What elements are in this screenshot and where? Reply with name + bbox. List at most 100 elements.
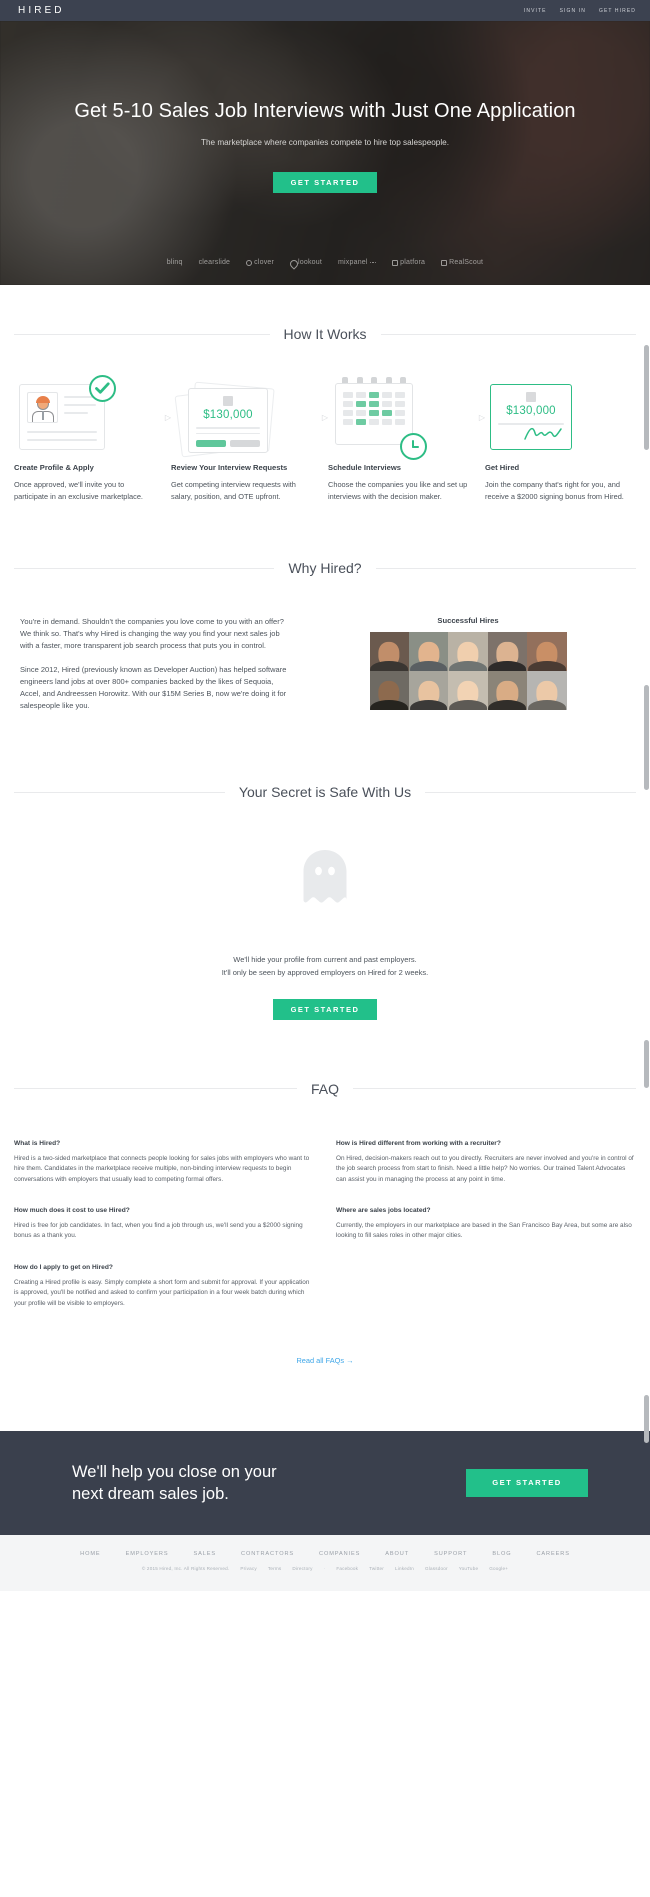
faq-item: What is Hired? Hired is a two-sided mark… bbox=[14, 1140, 314, 1185]
hire-photo bbox=[369, 632, 409, 672]
step-2-body: Get competing interview requests with sa… bbox=[171, 480, 296, 501]
divider-left bbox=[14, 1088, 297, 1090]
bottom-cta-headline: We'll help you close on your next dream … bbox=[72, 1461, 277, 1505]
hire-photo bbox=[527, 632, 567, 672]
step-get-hired: $130,000 Get Hired Join the company that… bbox=[485, 371, 636, 502]
hire-photo bbox=[487, 671, 528, 711]
nav-link-get-hired[interactable]: GET HIRED bbox=[599, 8, 636, 14]
footer-link-home[interactable]: HOME bbox=[80, 1551, 100, 1557]
step-1-body: Once approved, we'll invite you to parti… bbox=[14, 480, 143, 501]
signed-offer-graphic: $130,000 bbox=[490, 384, 572, 450]
footer-link-directory[interactable]: Directory bbox=[292, 1566, 312, 1571]
offer-stack-graphic: $130,000 bbox=[174, 377, 280, 458]
bottom-cta-headline-line-1: We'll help you close on your bbox=[72, 1462, 277, 1481]
footer-link-employers[interactable]: EMPLOYERS bbox=[126, 1551, 169, 1557]
footer-link-privacy[interactable]: Privacy bbox=[240, 1566, 256, 1571]
privacy-line-2: It'll only be seen by approved employers… bbox=[221, 967, 429, 977]
hire-photo bbox=[448, 632, 488, 672]
step-1-illustration bbox=[14, 371, 165, 463]
bottom-cta-headline-line-2: next dream sales job. bbox=[72, 1484, 229, 1503]
step-4-body: Join the company that's right for you, a… bbox=[485, 480, 624, 501]
nav-link-sign-in[interactable]: SIGN IN bbox=[560, 8, 586, 14]
square-icon bbox=[392, 259, 399, 266]
how-it-works-heading: How It Works bbox=[283, 326, 367, 342]
divider-right bbox=[380, 333, 637, 335]
faq-item: How do I apply to get on Hired? Creating… bbox=[14, 1264, 314, 1309]
logo-blinq-label: blinq bbox=[166, 259, 183, 266]
calendar-grid bbox=[343, 392, 405, 425]
footer-link-contractors[interactable]: CONTRACTORS bbox=[241, 1551, 294, 1557]
footer-link-googleplus[interactable]: Google+ bbox=[489, 1566, 508, 1571]
privacy-heading-row: Your Secret is Safe With Us bbox=[0, 784, 650, 800]
step-3-body: Choose the companies you like and set up… bbox=[328, 480, 468, 501]
footer-link-linkedin[interactable]: LinkedIn bbox=[395, 1566, 414, 1571]
faq-answer: Hired is free for job candidates. In fac… bbox=[14, 1222, 303, 1240]
checkmark-icon bbox=[89, 375, 116, 402]
why-hired-section: Why Hired? You're in demand. Shouldn't t… bbox=[0, 502, 650, 712]
logo-clover: clover bbox=[246, 259, 274, 266]
step-4-illustration: $130,000 bbox=[485, 371, 636, 463]
privacy-get-started-button[interactable]: GET STARTED bbox=[273, 998, 377, 1020]
divider-right bbox=[375, 567, 637, 569]
hired-logo[interactable]: HIRED bbox=[18, 5, 65, 16]
hero-get-started-button[interactable]: GET STARTED bbox=[273, 172, 377, 193]
step-2-illustration: $130,000 bbox=[171, 371, 322, 463]
logo-realscout: RealScout bbox=[441, 259, 483, 266]
avatar bbox=[27, 392, 58, 423]
decline-pill bbox=[230, 440, 260, 448]
step-schedule-interviews: Schedule Interviews Choose the companies… bbox=[328, 371, 479, 502]
read-all-faqs-link[interactable]: Read all FAQs → bbox=[296, 1356, 353, 1365]
privacy-section: Your Secret is Safe With Us We'll hide y… bbox=[0, 712, 650, 1020]
footer-link-careers[interactable]: CAREERS bbox=[536, 1551, 569, 1557]
step-3-illustration bbox=[328, 371, 479, 463]
footer-link-companies[interactable]: COMPANIES bbox=[319, 1551, 360, 1557]
divider-left bbox=[14, 791, 225, 793]
hero-subheadline: The marketplace where companies compete … bbox=[200, 138, 450, 147]
privacy-line-1: We'll hide your profile from current and… bbox=[233, 955, 417, 965]
footer-link-sales[interactable]: SALES bbox=[193, 1551, 216, 1557]
privacy-copy: We'll hide your profile from current and… bbox=[0, 954, 650, 979]
logo-clearslide-label: clearslide bbox=[198, 259, 231, 266]
faq-question: What is Hired? bbox=[14, 1139, 61, 1147]
logo-clearslide: clearslide bbox=[199, 259, 231, 266]
accept-pill bbox=[196, 440, 226, 448]
logo-blinq: blinq bbox=[167, 259, 183, 266]
privacy-heading: Your Secret is Safe With Us bbox=[238, 784, 412, 801]
faq-column-right: How is Hired different from working with… bbox=[336, 1140, 636, 1309]
clover-leaf-icon bbox=[246, 259, 253, 266]
calendar-graphic bbox=[333, 377, 427, 460]
why-hired-paragraph-1: You're in demand. Shouldn't the companie… bbox=[20, 617, 284, 651]
footer-legal-row: © 2015 Hired, Inc. All Rights Reserved. … bbox=[0, 1566, 650, 1571]
nav-link-invite[interactable]: INVITE bbox=[524, 8, 547, 14]
step-1-title: Create Profile & Apply bbox=[14, 463, 94, 472]
client-logo-strip: blinq clearslide clover lookout mixpanel… bbox=[0, 259, 650, 266]
divider-right bbox=[353, 1088, 637, 1090]
hire-photo bbox=[448, 671, 488, 711]
faq-question: Where are sales jobs located? bbox=[336, 1207, 431, 1215]
footer-link-terms[interactable]: Terms bbox=[268, 1566, 282, 1571]
logo-lookout: lookout bbox=[290, 259, 322, 266]
faq-item: How much does it cost to use Hired? Hire… bbox=[14, 1207, 314, 1242]
faq-answer: Creating a Hired profile is easy. Simply… bbox=[14, 1278, 310, 1307]
shield-icon bbox=[290, 260, 296, 266]
faq-answer: On Hired, decision-makers reach out to y… bbox=[336, 1154, 634, 1183]
footer-link-about[interactable]: ABOUT bbox=[385, 1551, 409, 1557]
bottom-get-started-button[interactable]: GET STARTED bbox=[466, 1468, 588, 1497]
faq-answer: Hired is a two-sided marketplace that co… bbox=[14, 1154, 310, 1183]
hire-photo bbox=[408, 632, 449, 672]
faq-column-left: What is Hired? Hired is a two-sided mark… bbox=[14, 1140, 314, 1309]
signature-icon bbox=[524, 427, 562, 440]
logo-realscout-label: RealScout bbox=[449, 259, 484, 266]
step-create-profile: Create Profile & Apply Once approved, we… bbox=[14, 371, 165, 502]
footer-link-youtube[interactable]: YouTube bbox=[459, 1566, 478, 1571]
successful-hires-title: Successful Hires bbox=[437, 616, 499, 626]
footer-link-glassdoor[interactable]: Glassdoor bbox=[425, 1566, 448, 1571]
logo-platfora: platfora bbox=[392, 259, 425, 266]
footer-link-blog[interactable]: BLOG bbox=[492, 1551, 511, 1557]
footer-link-twitter[interactable]: Twitter bbox=[369, 1566, 384, 1571]
hire-photo bbox=[487, 632, 528, 672]
footer-link-facebook[interactable]: Facebook bbox=[336, 1566, 358, 1571]
copyright-text: © 2015 Hired, Inc. All Rights Reserved. bbox=[141, 1565, 230, 1571]
dots-icon bbox=[369, 261, 377, 264]
footer-link-support[interactable]: SUPPORT bbox=[434, 1551, 467, 1557]
